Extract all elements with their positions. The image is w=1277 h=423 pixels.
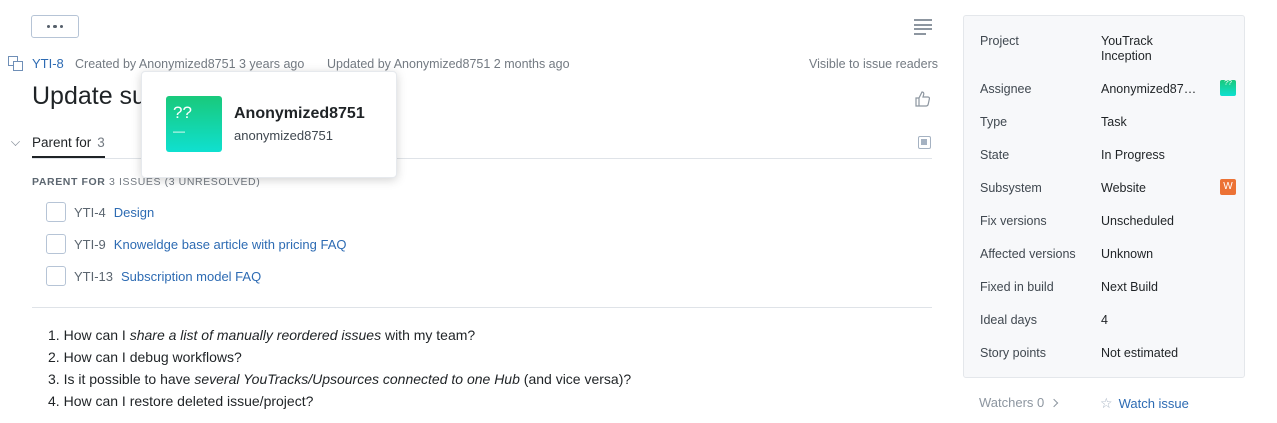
user-login: anonymized8751 xyxy=(234,128,334,143)
field-value[interactable]: Anonymized87… xyxy=(1101,82,1201,97)
resolve-checkbox[interactable] xyxy=(46,202,66,222)
issue-fields-panel: Project YouTrack Inception Assignee Anon… xyxy=(963,15,1245,378)
star-icon: ☆ xyxy=(1100,395,1113,411)
assignee-avatar-icon: ?? xyxy=(1220,80,1236,96)
subtask-item[interactable]: YTI-9 Knoweldge base article with pricin… xyxy=(46,234,346,254)
section-divider xyxy=(32,307,932,308)
collapse-links-chevron-icon[interactable] xyxy=(11,137,20,146)
field-label: Assignee xyxy=(980,82,1032,96)
field-label: Story points xyxy=(980,346,1047,360)
created-info: Created by Anonymized8751 3 years ago xyxy=(75,57,305,71)
user-avatar: ?? — xyxy=(166,96,222,152)
tab-count: 3 xyxy=(97,135,105,150)
resolve-checkbox[interactable] xyxy=(46,234,66,254)
field-label: State xyxy=(980,148,1010,162)
subtask-id: YTI-13 xyxy=(74,268,114,284)
dot-icon xyxy=(46,24,51,29)
subtask-id: YTI-9 xyxy=(74,236,106,252)
field-value[interactable]: Website xyxy=(1101,181,1201,196)
tab-parent-for[interactable]: Parent for 3 xyxy=(32,135,105,159)
watchers-link[interactable]: Watchers 0 xyxy=(979,395,1059,410)
field-label: Subsystem xyxy=(980,181,1042,195)
more-actions-button[interactable] xyxy=(31,15,79,38)
description-item: 3. Is it possible to have several YouTra… xyxy=(48,371,632,387)
field-value[interactable]: YouTrack Inception xyxy=(1101,34,1201,64)
description-item: 2. How can I debug workflows? xyxy=(48,349,242,365)
field-value[interactable]: Not estimated xyxy=(1101,346,1201,361)
field-label: Affected versions xyxy=(980,247,1076,261)
visibility-label[interactable]: Visible to issue readers xyxy=(809,57,938,71)
subtask-item[interactable]: YTI-13 Subscription model FAQ xyxy=(46,266,261,286)
subsystem-badge-icon: W xyxy=(1220,179,1236,195)
field-label: Fix versions xyxy=(980,214,1047,228)
issue-summary: Update su xyxy=(32,82,146,110)
watch-issue-button[interactable]: ☆ Watch issue xyxy=(1100,395,1189,412)
user-popup: ?? — Anonymized8751 anonymized8751 xyxy=(141,71,397,178)
subtask-title-link[interactable]: Design xyxy=(114,205,154,220)
copy-links-icon[interactable] xyxy=(918,136,931,149)
field-label: Fixed in build xyxy=(980,280,1054,294)
issue-description: 1. How can I share a list of manually re… xyxy=(48,324,631,412)
chevron-right-icon xyxy=(1050,398,1059,408)
vote-thumb-icon[interactable] xyxy=(914,90,932,108)
updated-info: Updated by Anonymized8751 2 months ago xyxy=(327,57,570,71)
description-item: 1. How can I share a list of manually re… xyxy=(48,327,476,343)
link-icon[interactable] xyxy=(8,56,23,71)
issue-id-link[interactable]: YTI-8 xyxy=(32,56,64,71)
field-value[interactable]: In Progress xyxy=(1101,148,1201,163)
field-value[interactable]: 4 xyxy=(1101,313,1201,328)
resolve-checkbox[interactable] xyxy=(46,266,66,286)
field-value[interactable]: Unscheduled xyxy=(1101,214,1201,229)
field-label: Type xyxy=(980,115,1008,129)
toggle-sidebar-icon[interactable] xyxy=(914,19,932,35)
tab-label: Parent for xyxy=(32,135,92,150)
user-full-name[interactable]: Anonymized8751 xyxy=(234,105,365,123)
field-value[interactable]: Unknown xyxy=(1101,247,1201,262)
dot-icon xyxy=(53,24,57,29)
field-value[interactable]: Task xyxy=(1101,115,1201,130)
subtask-title-link[interactable]: Subscription model FAQ xyxy=(121,269,261,284)
subtask-id: YTI-4 xyxy=(74,204,106,220)
field-label: Project xyxy=(980,34,1019,48)
subtask-title-link[interactable]: Knoweldge base article with pricing FAQ xyxy=(114,237,347,252)
field-label: Ideal days xyxy=(980,313,1037,327)
field-value[interactable]: Next Build xyxy=(1101,280,1201,295)
dot-icon xyxy=(59,24,64,29)
subtask-item[interactable]: YTI-4 Design xyxy=(46,202,154,222)
description-item: 4. How can I restore deleted issue/proje… xyxy=(48,393,314,409)
